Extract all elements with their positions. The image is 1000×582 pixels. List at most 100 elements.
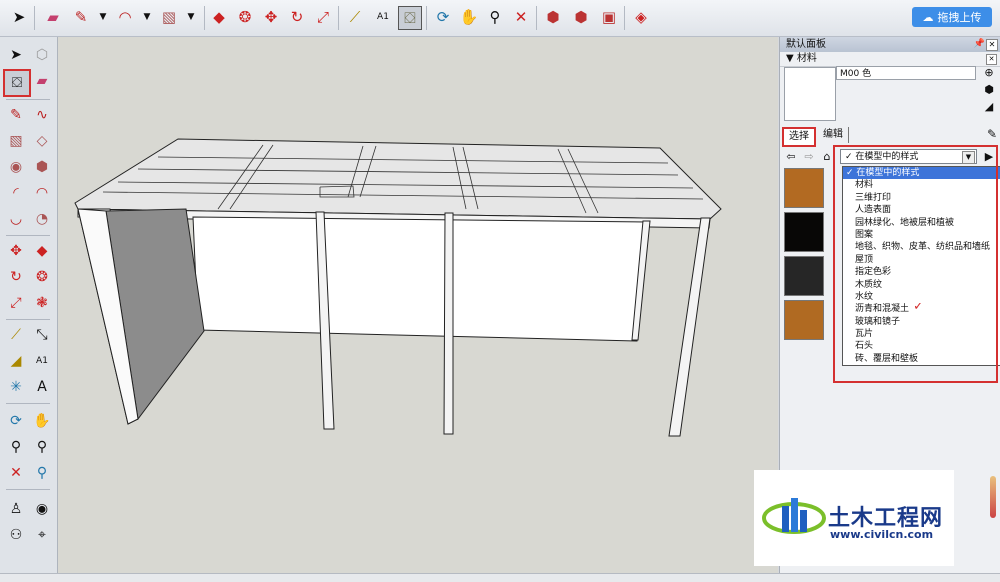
rotated-rectangle-icon[interactable]: ◇ xyxy=(30,129,54,153)
current-material-preview xyxy=(784,67,836,121)
toolbar-separator xyxy=(6,99,50,100)
scale-icon[interactable]: ⤢ xyxy=(312,6,334,28)
toolbar-separator xyxy=(6,319,50,320)
close-materials-icon[interactable]: ✕ xyxy=(986,54,997,65)
cloud-icon: ☁ xyxy=(922,10,934,24)
select-icon[interactable]: ➤ xyxy=(4,43,28,67)
tray-title-bar: 默认面板 📌 ✕ xyxy=(780,37,1000,52)
pencil-icon[interactable]: ✎ xyxy=(70,6,92,28)
zoom-extents-icon[interactable]: ✕ xyxy=(510,6,532,28)
toolbar-separator xyxy=(6,403,50,404)
rectangle-icon[interactable]: ▧ xyxy=(4,129,28,153)
rectangle-dropdown-icon[interactable]: ▼ xyxy=(180,6,202,28)
dimension-icon[interactable]: ⤡ xyxy=(30,323,54,347)
protractor-icon[interactable]: ◢ xyxy=(4,349,28,373)
material-swatch[interactable] xyxy=(784,212,824,252)
warehouse-icon[interactable]: ⬢ xyxy=(542,6,564,28)
polygon-icon[interactable]: ⬢ xyxy=(30,155,54,179)
dropdown-highlight-box xyxy=(833,145,998,383)
pencil-dropdown-icon[interactable]: ▼ xyxy=(92,6,114,28)
upload-button[interactable]: ☁ 拖拽上传 xyxy=(912,7,992,27)
zoom-extents-icon[interactable]: ✕ xyxy=(4,461,28,485)
follow-me-icon[interactable]: ❂ xyxy=(30,265,54,289)
pan-hand-icon[interactable]: ✋ xyxy=(458,6,480,28)
follow-me-icon[interactable]: ❂ xyxy=(234,6,256,28)
material-swatch[interactable] xyxy=(784,256,824,296)
offset-icon[interactable]: ❃ xyxy=(30,291,54,315)
extension-warehouse-icon[interactable]: ▣ xyxy=(598,6,620,28)
share-model-icon[interactable]: ⬢ xyxy=(570,6,592,28)
material-swatch[interactable] xyxy=(784,168,824,208)
toolbar-separator xyxy=(426,6,427,30)
paint-bucket-icon[interactable]: ⛋ xyxy=(398,6,422,30)
tape-measure-icon[interactable]: ⟋ xyxy=(344,6,366,28)
forward-arrow-icon[interactable]: ⇨ xyxy=(802,150,816,164)
tab-edit[interactable]: 编辑 xyxy=(818,127,849,143)
freehand-icon[interactable]: ∿ xyxy=(30,103,54,127)
material-tabs: 选择 编辑 ✎ xyxy=(780,127,1000,147)
model-viewport[interactable] xyxy=(58,37,778,573)
material-side-icons: ⊕ ⬢ ◢ xyxy=(982,66,998,117)
circle-icon[interactable]: ◉ xyxy=(4,155,28,179)
move-icon[interactable]: ✥ xyxy=(4,239,28,263)
front-leg-2 xyxy=(443,212,454,435)
sample-paint-icon[interactable]: ◢ xyxy=(982,100,996,114)
arc-icon[interactable]: ◜ xyxy=(4,181,28,205)
line-icon[interactable]: ✎ xyxy=(4,103,28,127)
materials-header-label: 材料 xyxy=(796,53,817,64)
eraser-icon[interactable]: ▰ xyxy=(42,6,64,28)
pan-hand-icon[interactable]: ✋ xyxy=(30,409,54,433)
move-icon[interactable]: ✥ xyxy=(260,6,282,28)
close-icon[interactable]: ✕ xyxy=(986,39,998,51)
create-material-icon[interactable]: ⬢ xyxy=(982,83,996,97)
select-arrow-icon[interactable]: ➤ xyxy=(8,6,30,28)
pie-icon[interactable]: ◔ xyxy=(30,207,54,231)
text-tool-icon[interactable]: A1 xyxy=(30,349,54,373)
toolbar-separator xyxy=(536,6,537,30)
material-name-field[interactable]: M00 色 xyxy=(836,66,976,80)
zoom-window-icon[interactable]: ⚲ xyxy=(30,435,54,459)
section-plane-icon[interactable]: ⌖ xyxy=(30,523,54,547)
rectangle-icon[interactable]: ▧ xyxy=(158,6,180,28)
table-top-surface xyxy=(74,138,722,220)
paint-bucket-icon[interactable]: ⛋ xyxy=(3,69,31,97)
zoom-icon[interactable]: ⚲ xyxy=(4,435,28,459)
ruby-icon[interactable]: ◈ xyxy=(630,6,652,28)
main-toolbar: ➤ ▰ ✎ ▼ ◠ ▼ ▧ ▼ ◆ ❂ ✥ ↻ ⤢ ⟋ A1 ⛋ ⟳ ✋ ⚲ ✕… xyxy=(0,0,1000,37)
materials-header[interactable]: ▼ 材料 ✕ xyxy=(780,52,1000,67)
material-swatch[interactable] xyxy=(784,300,824,340)
tape-measure-icon[interactable]: ⟋ xyxy=(4,323,28,347)
position-camera-icon[interactable]: ♙ xyxy=(4,497,28,521)
home-icon[interactable]: ⌂ xyxy=(820,150,834,164)
tab-select[interactable]: 选择 xyxy=(782,127,816,147)
previous-view-icon[interactable]: ⚲ xyxy=(30,461,54,485)
toolbar-separator xyxy=(624,6,625,30)
eyedropper-icon[interactable]: ✎ xyxy=(987,127,997,141)
logo-emblem-icon xyxy=(762,498,826,534)
toolbar-separator xyxy=(338,6,339,30)
look-around-icon[interactable]: ◉ xyxy=(30,497,54,521)
arc-dropdown-icon[interactable]: ▼ xyxy=(136,6,158,28)
three-point-arc-icon[interactable]: ◡ xyxy=(4,207,28,231)
eraser-icon[interactable]: ▰ xyxy=(30,69,54,93)
3d-text-icon[interactable]: A xyxy=(30,375,54,399)
walk-icon[interactable]: ⚇ xyxy=(4,523,28,547)
pin-icon[interactable]: 📌 xyxy=(974,37,985,52)
text-tool-icon[interactable]: A1 xyxy=(372,6,394,28)
toolbar-separator xyxy=(6,489,50,490)
scale-icon[interactable]: ⤢ xyxy=(4,291,28,315)
axes-icon[interactable]: ✳ xyxy=(4,375,28,399)
component-icon[interactable]: ⬡ xyxy=(30,43,54,67)
rotate-icon[interactable]: ↻ xyxy=(4,265,28,289)
zoom-icon[interactable]: ⚲ xyxy=(484,6,506,28)
arc-icon[interactable]: ◠ xyxy=(114,6,136,28)
orbit-icon[interactable]: ⟳ xyxy=(432,6,454,28)
push-pull-icon[interactable]: ◆ xyxy=(208,6,230,28)
left-toolbar: ➤ ⬡ ⛋ ▰ ✎ ∿ ▧ ◇ ◉ ⬢ ◜ ◠ ◡ ◔ ✥ ◆ ↻ ❂ ⤢ ❃ … xyxy=(0,37,58,573)
rotate-icon[interactable]: ↻ xyxy=(286,6,308,28)
two-point-arc-icon[interactable]: ◠ xyxy=(30,181,54,205)
back-arrow-icon[interactable]: ⇦ xyxy=(784,150,798,164)
add-material-icon[interactable]: ⊕ xyxy=(982,66,996,80)
push-pull-icon[interactable]: ◆ xyxy=(30,239,54,263)
orbit-icon[interactable]: ⟳ xyxy=(4,409,28,433)
